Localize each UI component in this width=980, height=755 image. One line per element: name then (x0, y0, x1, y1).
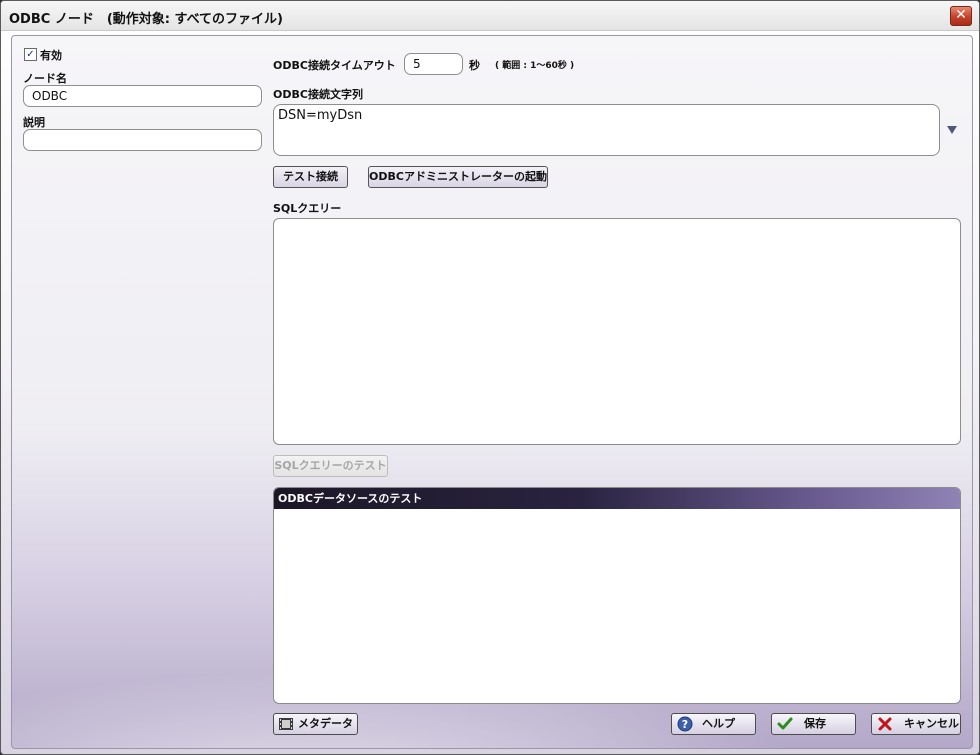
description-label: 説明 (23, 116, 45, 129)
film-icon (279, 718, 293, 730)
svg-text:?: ? (682, 718, 688, 731)
enabled-label: 有効 (40, 49, 62, 62)
window-title: ODBC ノード (動作対象: すべてのファイル) (9, 12, 283, 27)
cancel-button[interactable]: キャンセル (871, 713, 961, 735)
close-icon: ✕ (955, 7, 967, 23)
checkmark-icon (777, 717, 793, 730)
conn-string-input[interactable]: DSN=myDsn (273, 104, 940, 156)
x-icon (878, 717, 892, 731)
test-sql-query-button[interactable]: SQLクエリーのテスト (273, 455, 388, 477)
node-name-label: ノード名 (23, 72, 67, 85)
chevron-down-icon[interactable] (947, 126, 957, 134)
conn-string-label: ODBC接続文字列 (273, 88, 363, 101)
timeout-unit: 秒 (469, 59, 480, 72)
description-input[interactable] (23, 129, 262, 151)
timeout-input[interactable]: 5 (404, 53, 463, 75)
help-label: ヘルプ (702, 717, 735, 730)
close-button[interactable]: ✕ (950, 6, 972, 26)
metadata-button[interactable]: メタデータ (273, 713, 358, 735)
test-connection-button[interactable]: テスト接続 (273, 166, 348, 188)
checkmark-icon: ✓ (26, 49, 35, 60)
help-icon: ? (677, 716, 693, 732)
datasource-test-header: ODBCデータソースのテスト (274, 488, 960, 509)
help-button[interactable]: ? ヘルプ (671, 713, 756, 735)
odbc-node-dialog: ODBC ノード (動作対象: すべてのファイル) ✕ ✓ 有効 ノード名 OD… (0, 0, 980, 755)
enabled-checkbox[interactable]: ✓ (24, 48, 37, 61)
dialog-body: ✓ 有効 ノード名 ODBC 説明 ODBC接続タイムアウト 5 秒 ( 範囲 … (11, 35, 973, 749)
timeout-label: ODBC接続タイムアウト (273, 59, 396, 72)
save-button[interactable]: 保存 (771, 713, 856, 735)
sql-query-label: SQLクエリー (273, 202, 342, 215)
save-label: 保存 (804, 717, 826, 730)
sql-query-textarea[interactable] (273, 218, 961, 445)
title-bar: ODBC ノード (動作対象: すべてのファイル) ✕ (1, 1, 979, 31)
cancel-label: キャンセル (904, 717, 959, 730)
timeout-range-hint: ( 範囲 : 1～60秒 ) (495, 61, 575, 71)
metadata-label: メタデータ (298, 717, 353, 730)
datasource-test-panel: ODBCデータソースのテスト (273, 487, 961, 704)
node-name-input[interactable]: ODBC (23, 85, 262, 107)
launch-odbc-admin-button[interactable]: ODBCアドミニストレーターの起動 (368, 166, 548, 188)
